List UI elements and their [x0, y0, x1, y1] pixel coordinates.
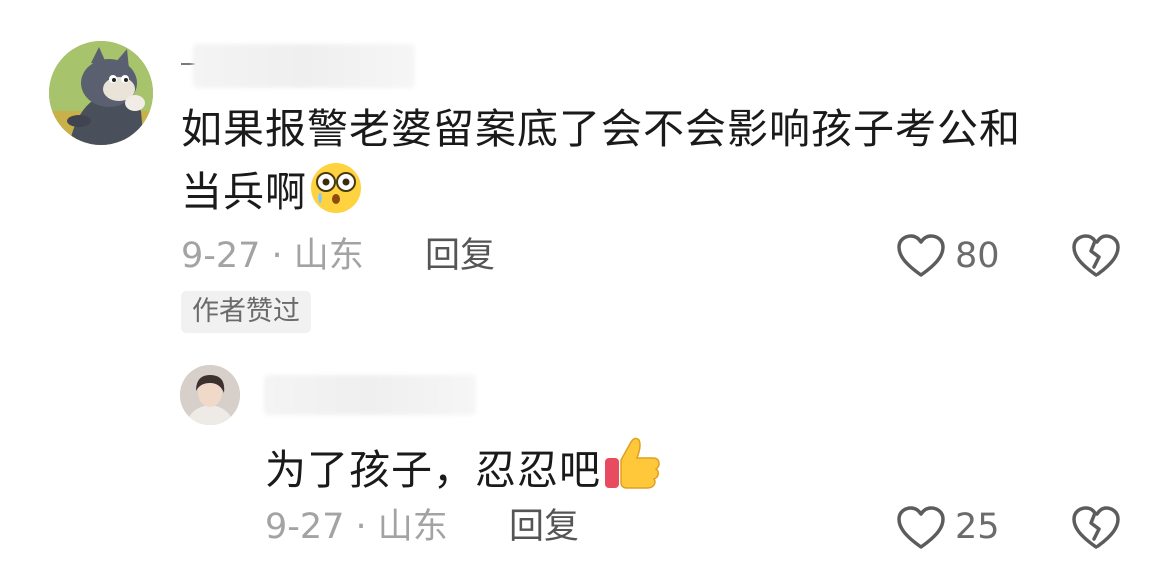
cartoon-cat-avatar-icon	[49, 41, 153, 145]
comment-thread: 如果报警老婆留案底了会不会影响孩子考公和 当兵啊 9-27 · 山东 回复 80	[0, 0, 1170, 574]
broken-heart-icon[interactable]	[1071, 233, 1121, 279]
reply-reply-button[interactable]: 回复	[509, 507, 579, 547]
reply-text-wrap: 为了孩子，忍忍吧	[265, 434, 663, 509]
comment-text-line2: 当兵啊	[181, 168, 307, 216]
username-blurred[interactable]	[193, 44, 415, 88]
reply-like-count: 25	[955, 507, 1000, 547]
comment-text-line2-wrap: 当兵啊	[181, 160, 1161, 231]
comment-date-location: 9-27 · 山东	[181, 236, 364, 276]
comment-text-line1: 如果报警老婆留案底了会不会影响孩子考公和	[181, 105, 1021, 153]
commenter-avatar[interactable]	[49, 41, 153, 145]
reply-button[interactable]: 回复	[425, 236, 495, 276]
heart-icon[interactable]	[896, 233, 946, 279]
like-count: 80	[955, 236, 1000, 276]
reply-date-location: 9-27 · 山东	[265, 507, 448, 547]
author-liked-tag: 作者赞过	[181, 291, 311, 333]
reply-heart-icon[interactable]	[896, 505, 946, 551]
reply-text: 为了孩子，忍忍吧	[265, 446, 601, 494]
replier-avatar[interactable]	[180, 365, 240, 425]
reply-broken-heart-icon[interactable]	[1071, 505, 1121, 551]
thumbs-up-emoji-icon	[601, 434, 663, 509]
young-man-avatar-icon	[180, 365, 240, 425]
reply-username-blurred[interactable]	[264, 375, 476, 415]
shocked-face-emoji-icon	[307, 160, 365, 231]
comment-text: 如果报警老婆留案底了会不会影响孩子考公和 当兵啊	[181, 98, 1161, 231]
